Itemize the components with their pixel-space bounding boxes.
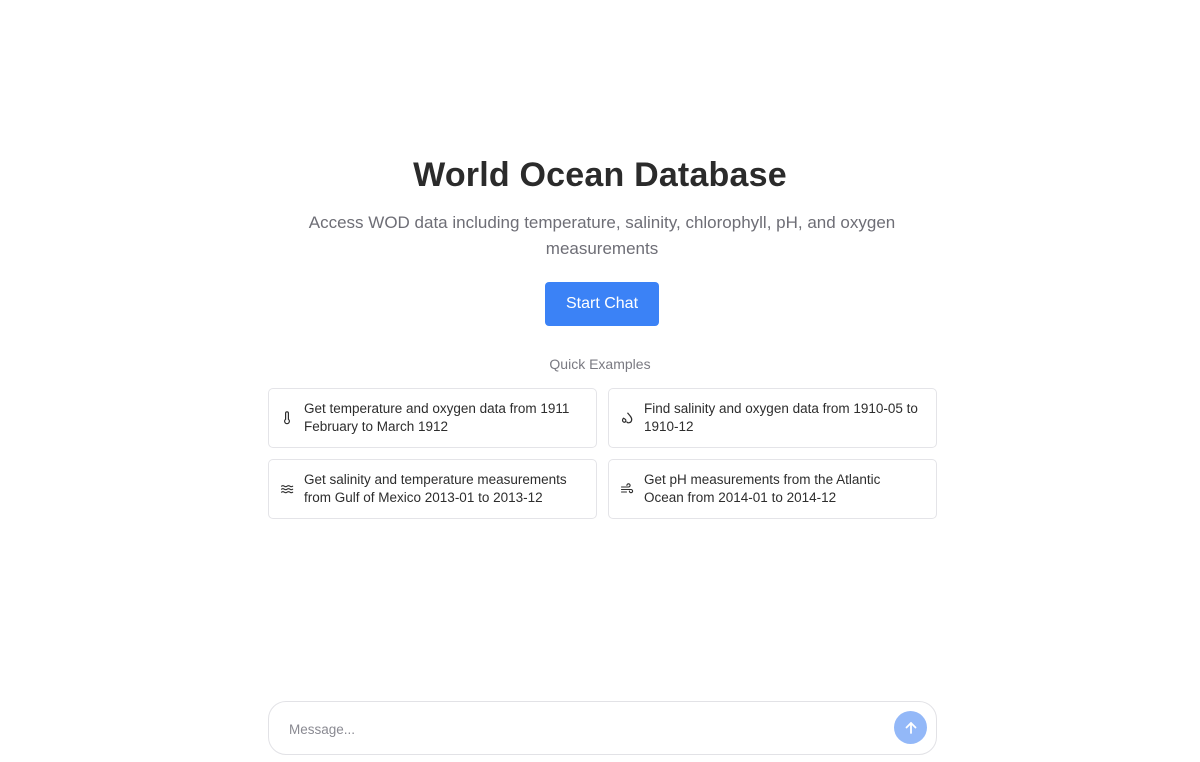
message-composer: [268, 701, 937, 755]
example-text: Get salinity and temperature measurement…: [304, 472, 567, 505]
example-text: Get temperature and oxygen data from 191…: [304, 401, 570, 434]
droplets-icon: [620, 411, 634, 425]
thermometer-icon: [280, 411, 294, 425]
example-card-salinity-oxygen[interactable]: Find salinity and oxygen data from 1910-…: [608, 388, 937, 448]
arrow-up-icon: [903, 720, 919, 736]
example-card-temperature-oxygen[interactable]: Get temperature and oxygen data from 191…: [268, 388, 597, 448]
wind-icon: [620, 482, 634, 496]
page: World Ocean Database Access WOD data inc…: [0, 0, 1200, 762]
example-card-atlantic-ph[interactable]: Get pH measurements from the Atlantic Oc…: [608, 459, 937, 519]
page-subtitle: Access WOD data including temperature, s…: [308, 213, 896, 258]
quick-examples-label: Quick Examples: [549, 356, 651, 372]
waves-icon: [280, 482, 294, 496]
example-text: Get pH measurements from the Atlantic Oc…: [644, 472, 881, 505]
start-chat-button[interactable]: Start Chat: [545, 282, 659, 326]
example-text: Find salinity and oxygen data from 1910-…: [644, 401, 918, 434]
example-card-gulf-of-mexico[interactable]: Get salinity and temperature measurement…: [268, 459, 597, 519]
send-button[interactable]: [894, 711, 927, 744]
page-title: World Ocean Database: [413, 156, 787, 194]
message-input[interactable]: [289, 718, 879, 740]
